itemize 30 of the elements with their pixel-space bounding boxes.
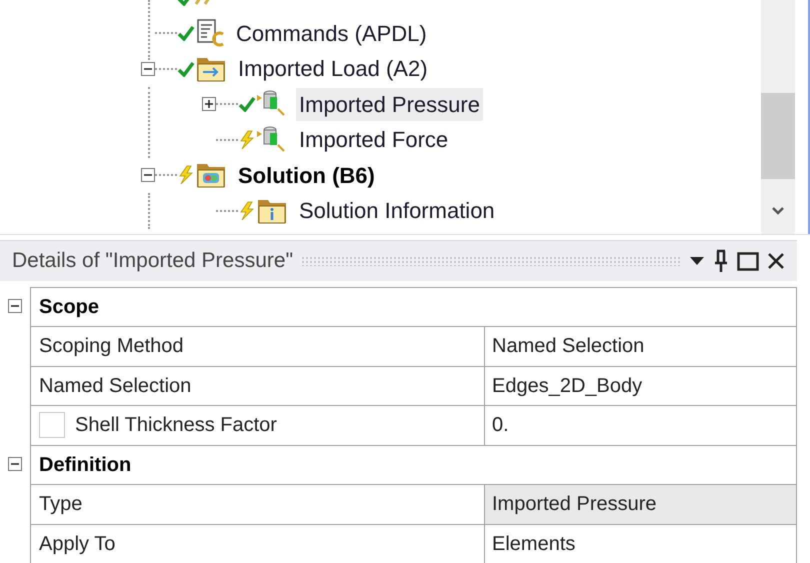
property-name: Named Selection [39, 374, 192, 399]
collapse-button[interactable] [141, 168, 155, 182]
expand-button[interactable] [202, 97, 216, 112]
tree-item[interactable]: Imported Load (A2) [235, 52, 431, 86]
tree-item[interactable]: Commands (APDL) [233, 16, 430, 50]
section-header: Scope [30, 286, 797, 327]
collapse-button[interactable] [8, 299, 22, 314]
property-value-cell[interactable]: Imported Pressure [485, 484, 797, 524]
close-icon[interactable] [767, 252, 785, 270]
property-name: Scoping Method [39, 334, 184, 360]
caret-down-icon[interactable] [689, 256, 705, 266]
panel-title: Details of "Imported Pressure" [12, 248, 294, 274]
tree-item[interactable]: Imported Force [296, 123, 452, 156]
pin-icon[interactable] [713, 248, 729, 273]
property-name: Apply To [39, 532, 116, 557]
collapse-button[interactable] [8, 457, 22, 472]
plus-icon [205, 100, 213, 108]
document-icon [195, 18, 225, 48]
tree-item[interactable]: Imported Pressure [296, 88, 483, 121]
scrollbar-thumb[interactable] [761, 93, 795, 179]
checkbox[interactable] [39, 412, 65, 438]
scrollbar[interactable] [761, 0, 795, 234]
chevron-down-icon[interactable] [771, 206, 785, 216]
property-name: Shell Thickness Factor [75, 413, 277, 438]
collapse-button[interactable] [141, 62, 155, 76]
maximize-icon[interactable] [737, 250, 759, 271]
tree-item[interactable]: Solution (B6) [235, 158, 378, 192]
property-name: Type [39, 492, 82, 518]
tree-item[interactable]: Solution Information [296, 194, 498, 228]
section-header: Definition [30, 444, 797, 485]
